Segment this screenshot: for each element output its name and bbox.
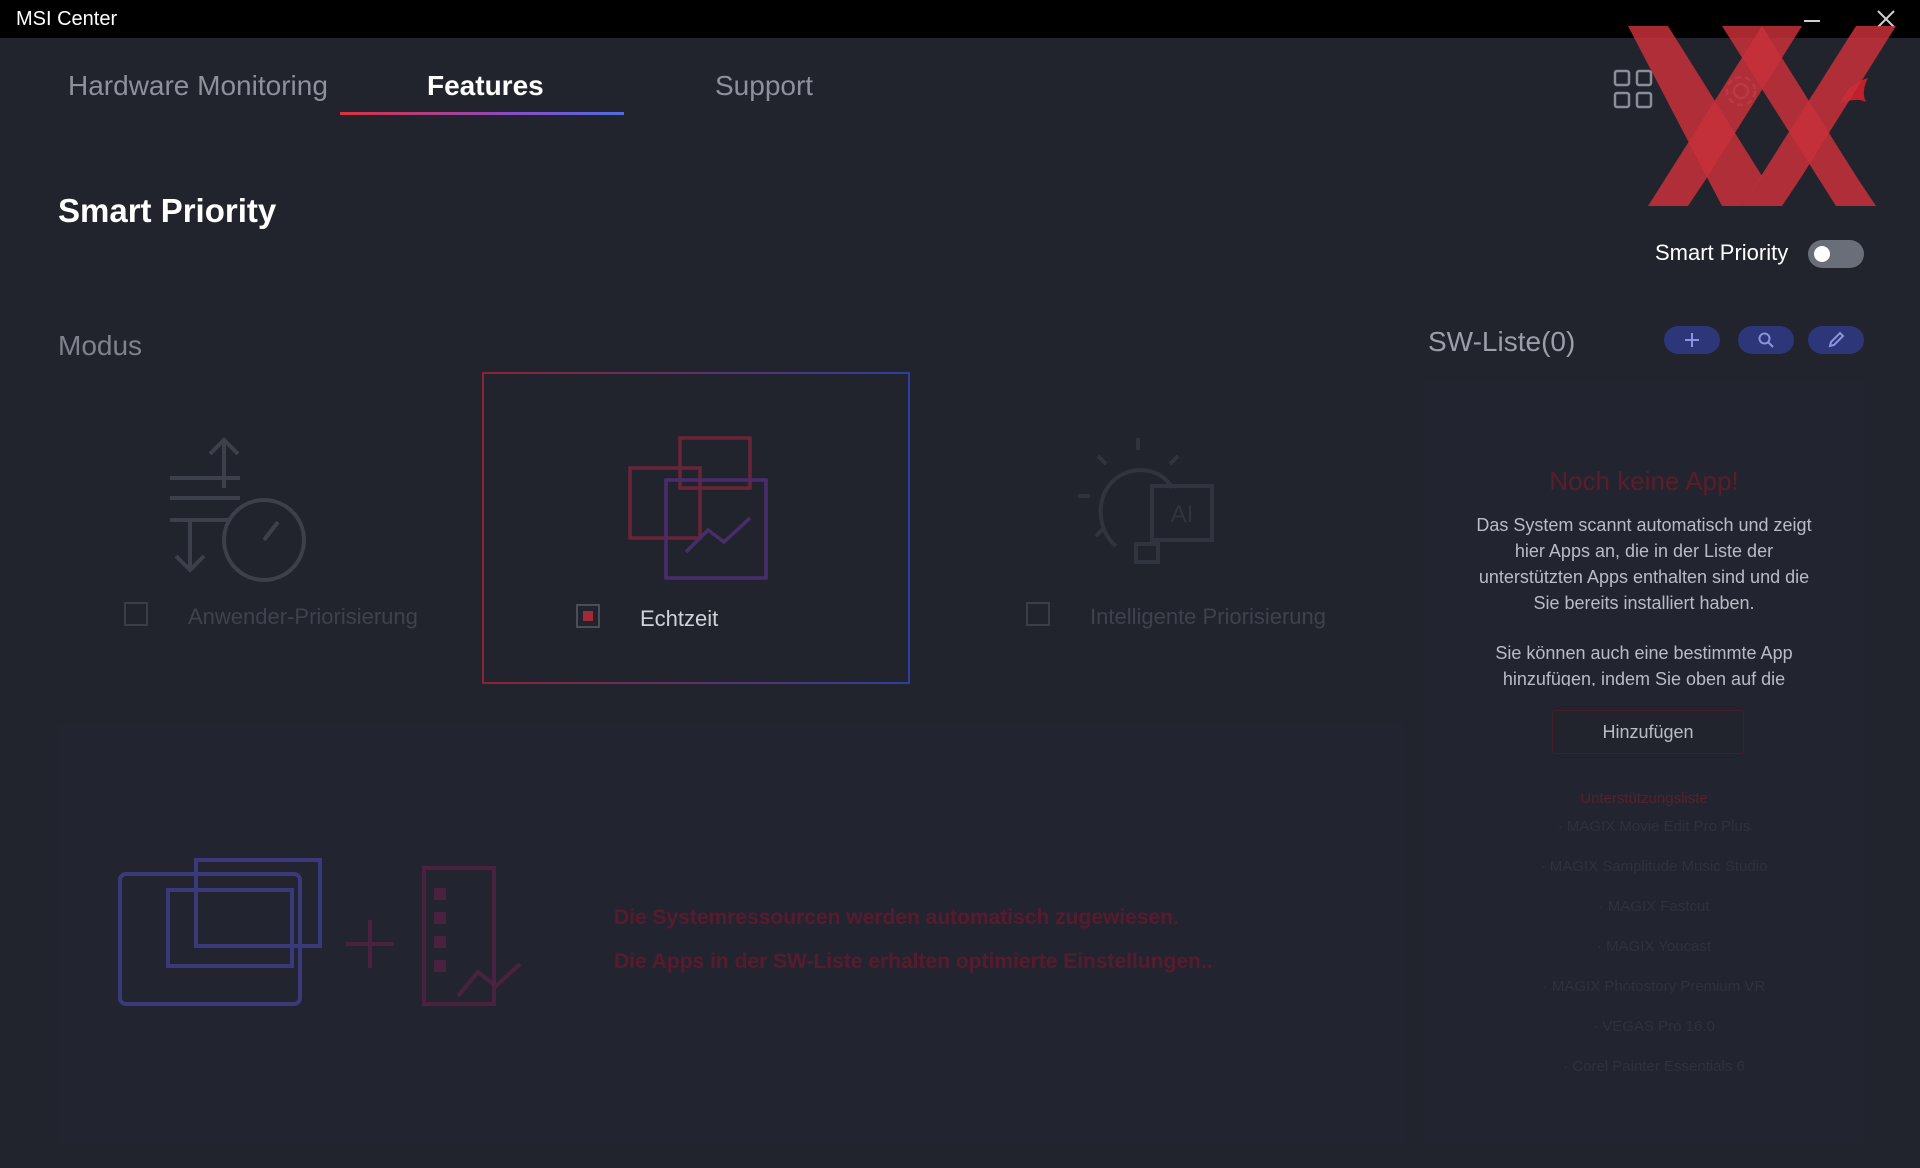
info-line-2: Die Apps in der SW-Liste erhalten optimi… bbox=[614, 950, 1213, 973]
mode-label-realtime: Echtzeit bbox=[640, 606, 719, 631]
xx-watermark-logo bbox=[1628, 26, 1896, 206]
sw-edit-button[interactable] bbox=[1808, 326, 1864, 354]
page-title: Smart Priority bbox=[58, 192, 277, 229]
plus-icon bbox=[1685, 333, 1699, 347]
mode-checkbox-intelligent-priority[interactable] bbox=[1026, 602, 1050, 626]
smart-priority-toggle-label: Smart Priority bbox=[1655, 240, 1789, 265]
mode-card-realtime[interactable]: Echtzeit bbox=[482, 372, 910, 684]
support-list-item: · VEGAS Pro 16.0 bbox=[1593, 1018, 1715, 1035]
ai-lightbulb-icon: AI bbox=[1078, 438, 1214, 564]
support-list-title: Unterstützungsliste bbox=[1580, 790, 1708, 807]
toggle-knob bbox=[1814, 246, 1830, 262]
sw-description-2-container: Sie können auch eine bestimmte App hinzu… bbox=[1464, 640, 1824, 686]
mode-label-intelligent-priority: Intelligente Priorisierung bbox=[1090, 604, 1327, 629]
mode-info-panel: Die Systemressourcen werden automatisch … bbox=[58, 724, 1404, 1144]
smart-priority-toggle[interactable] bbox=[1808, 240, 1864, 268]
mode-card-user-priority[interactable]: Anwender-Priorisierung bbox=[120, 380, 450, 660]
mode-label-user-priority: Anwender-Priorisierung bbox=[188, 604, 418, 629]
sw-description-1: Das System scannt automatisch und zeigt … bbox=[1476, 515, 1812, 613]
user-priority-icon bbox=[170, 437, 306, 582]
support-list-item: · MAGIX Youcast bbox=[1596, 938, 1712, 955]
sw-add-button[interactable] bbox=[1664, 326, 1720, 354]
tab-support[interactable]: Support bbox=[715, 70, 813, 102]
realtime-icon bbox=[628, 436, 768, 580]
sw-list-title: SW-Liste(0) bbox=[1428, 326, 1576, 357]
svg-text:AI: AI bbox=[1171, 501, 1194, 528]
sw-search-button[interactable] bbox=[1738, 326, 1794, 354]
support-list-item: · MAGIX Movie Edit Pro Plus bbox=[1557, 818, 1751, 835]
support-list-item: · MAGIX Photostory Premium VR bbox=[1542, 978, 1766, 995]
sw-list-panel: Noch keine App! Das System scannt automa… bbox=[1424, 382, 1864, 1144]
support-list-item: · MAGIX Fastcut bbox=[1598, 898, 1710, 915]
window-title: MSI Center bbox=[16, 7, 118, 30]
active-tab-indicator bbox=[340, 112, 624, 115]
tab-features[interactable]: Features bbox=[427, 70, 544, 102]
mode-card-intelligent-priority[interactable]: AI Intelligente Priorisierung bbox=[1020, 380, 1400, 660]
pencil-icon bbox=[1828, 331, 1845, 348]
sw-description-2: Sie können auch eine bestimmte App hinzu… bbox=[1495, 643, 1793, 686]
mode-section-label: Modus bbox=[58, 330, 143, 361]
tab-hardware-monitoring[interactable]: Hardware Monitoring bbox=[68, 70, 328, 102]
hinzufuegen-button[interactable]: Hinzufügen bbox=[1552, 710, 1744, 754]
mode-checkbox-user-priority[interactable] bbox=[124, 602, 148, 626]
support-list-item: · Corel Painter Essentials 6 bbox=[1563, 1058, 1745, 1075]
support-list-item: · MAGIX Samplitude Music Studio bbox=[1540, 858, 1768, 875]
search-icon bbox=[1758, 332, 1774, 348]
sw-empty-title: Noch keine App! bbox=[1549, 466, 1739, 496]
info-line-1: Die Systemressourcen werden automatisch … bbox=[614, 906, 1179, 929]
resource-allocation-icon bbox=[118, 858, 522, 1006]
mode-checkbox-realtime[interactable] bbox=[576, 604, 600, 628]
